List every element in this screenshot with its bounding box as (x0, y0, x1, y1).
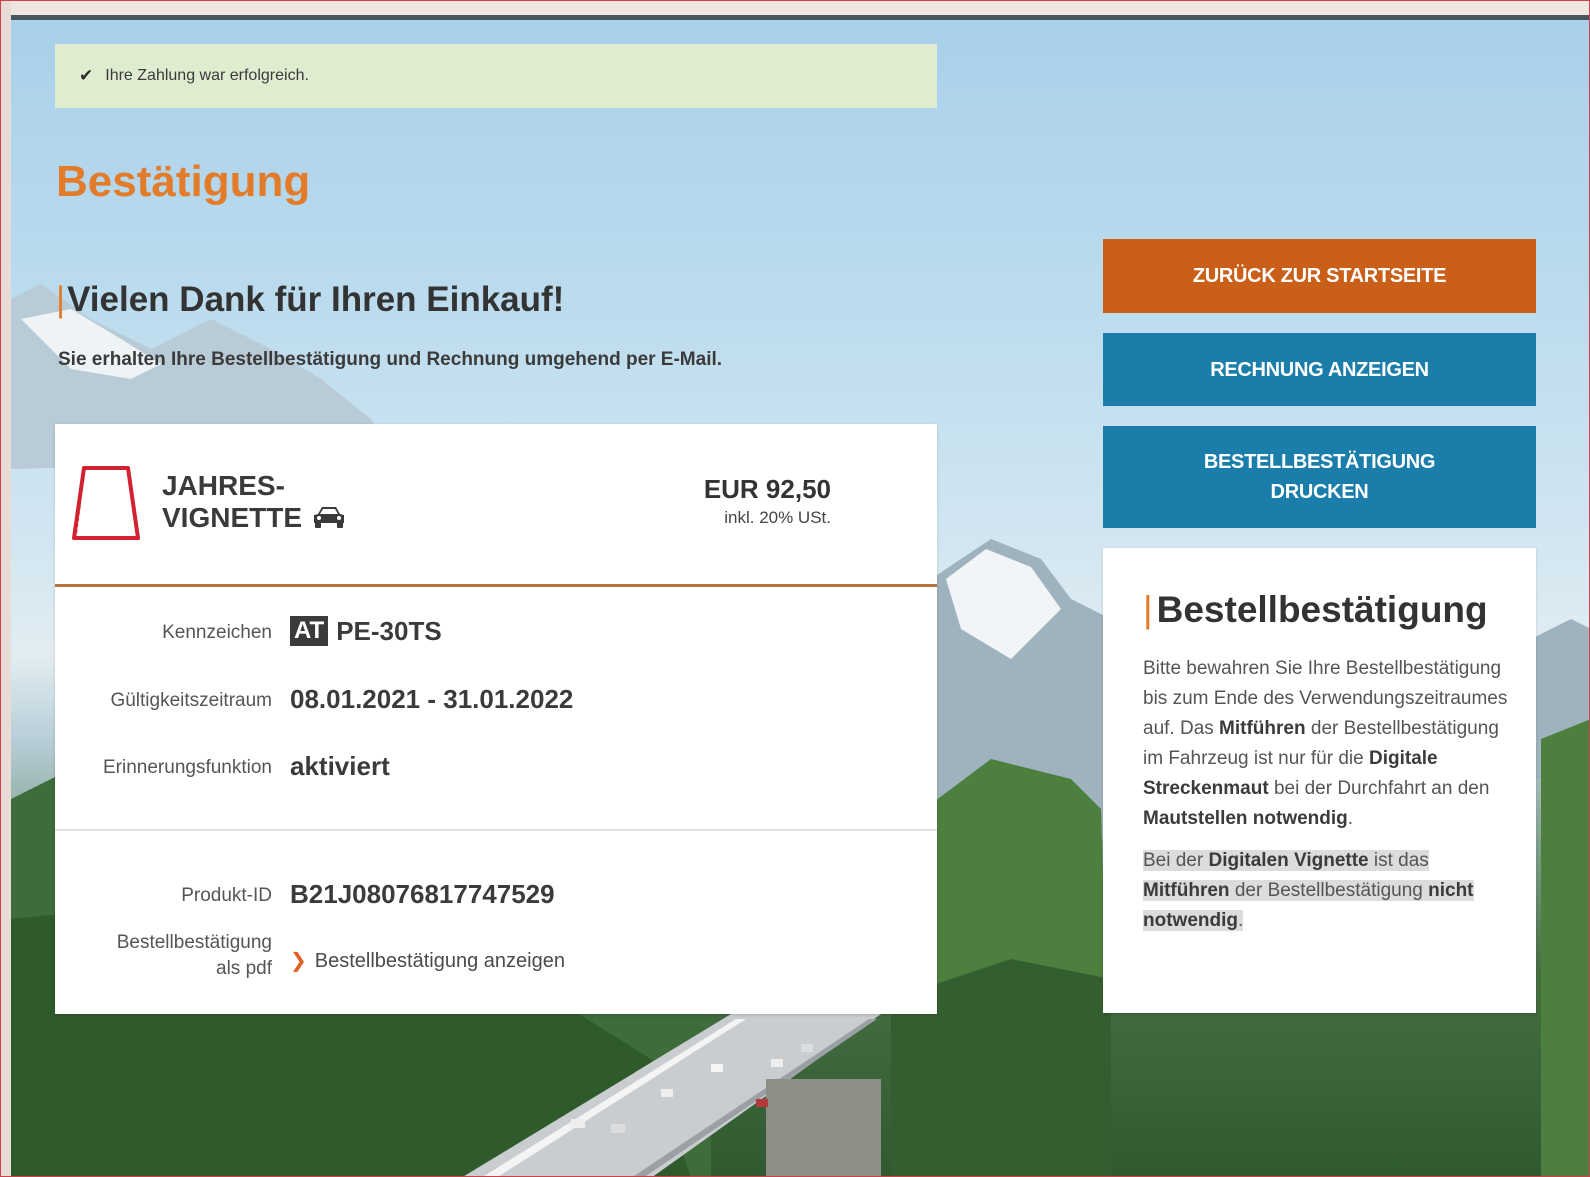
product-price: EUR 92,50 (703, 474, 831, 504)
payment-success-alert: ✔ Ihre Zahlung war erfolgreich. (55, 44, 937, 108)
chevron-right-icon: ❯ (290, 950, 307, 972)
info-accent-bar: | (1143, 589, 1153, 630)
vignette-icon (72, 466, 140, 540)
back-to-home-label: ZURÜCK ZUR STARTSEITE (1192, 265, 1447, 287)
vat-note: inkl. 20% USt. (724, 508, 831, 527)
page-title: Bestätigung (56, 157, 311, 206)
back-to-home-button[interactable]: ZURÜCK ZUR STARTSEITE (1103, 239, 1536, 313)
confirmation-info-box: | Bestellbestätigung Bitte bewahren Sie I… (1103, 548, 1536, 1013)
show-invoice-button[interactable]: RECHNUNG ANZEIGEN (1103, 333, 1536, 406)
reminder-label: Erinnerungsfunktion (103, 757, 272, 778)
plate-value: PE-30TS (336, 616, 442, 646)
plate-value-wrap: AT PE-30TS (290, 616, 442, 647)
product-id-label: Produkt-ID (181, 885, 272, 906)
country-badge: AT (290, 616, 329, 646)
info-highlight: Bei der Digitalen Vignette ist das Mitfü… (1143, 850, 1474, 931)
print-confirmation-button[interactable]: BESTELLBESTÄTIGUNG DRUCKEN (1103, 426, 1536, 528)
show-confirmation-link[interactable]: ❯ Bestellbestätigung anzeigen (290, 948, 565, 973)
info-text: . (1347, 808, 1354, 829)
info-text: Bei der (1143, 850, 1209, 871)
info-bold: Digitalen Vignette (1208, 850, 1369, 871)
plate-label: Kennzeichen (162, 622, 272, 643)
info-text: ist das (1368, 850, 1429, 871)
pdf-label-line1: Bestellbestätigung (116, 932, 272, 953)
alert-text: Ihre Zahlung war erfolgreich. (105, 67, 309, 84)
info-bold: Mautstellen notwendig (1143, 808, 1348, 829)
show-confirmation-link-text: Bestellbestätigung anzeigen (314, 950, 565, 972)
info-text: . (1237, 910, 1244, 931)
validity-value: 08.01.2021 - 31.01.2022 (290, 684, 574, 714)
thanks-heading-text: Vielen Dank für Ihren Einkauf! (67, 280, 565, 319)
thanks-heading: |Vielen Dank für Ihren Einkauf! (56, 280, 564, 320)
heading-accent-bar: | (56, 280, 66, 319)
browser-frame: ✔ Ihre Zahlung war erfolgreich. Bestätig… (0, 0, 1590, 1177)
product-name-line2-wrap: VIGNETTE (162, 502, 346, 534)
info-bold: Mitführen (1143, 880, 1230, 901)
info-text: der Bestellbestätigung (1229, 880, 1429, 901)
reminder-value: aktiviert (290, 751, 390, 781)
pdf-label: Bestellbestätigung als pdf (117, 930, 272, 982)
info-paragraph-1: Bitte bewahren Sie Ihre Bestellbestätigu… (1143, 654, 1510, 834)
product-name-line1: JAHRES- (162, 470, 285, 501)
thanks-subtitle: Sie erhalten Ihre Bestellbestätigung und… (58, 349, 723, 370)
product-name: JAHRES- VIGNETTE (162, 470, 346, 534)
print-confirmation-label: BESTELLBESTÄTIGUNG DRUCKEN (1203, 447, 1436, 507)
product-card-header: JAHRES- VIGNETTE EUR 92,50 inkl. 20% USt… (55, 424, 937, 587)
product-card: JAHRES- VIGNETTE EUR 92,50 inkl. 20% USt… (55, 424, 937, 1014)
check-icon: ✔ (79, 66, 94, 85)
info-text: bei der Durchfahrt an den (1268, 778, 1490, 799)
card-divider (55, 829, 937, 831)
print-label-line2: DRUCKEN (1270, 481, 1369, 503)
validity-label: Gültigkeitszeitraum (110, 690, 272, 711)
info-bold: Mitführen (1219, 718, 1306, 739)
info-title-text: Bestellbestätigung (1156, 589, 1488, 630)
show-invoice-label: RECHNUNG ANZEIGEN (1210, 358, 1429, 381)
car-icon (314, 506, 345, 528)
pdf-label-line2: als pdf (216, 958, 272, 979)
product-id-value: B21J08076817747529 (290, 879, 555, 909)
left-edge (1, 1, 11, 1176)
info-paragraph-2: Bei der Digitalen Vignette ist das Mitfü… (1143, 846, 1510, 936)
top-divider (11, 15, 1589, 20)
info-title: | Bestellbestätigung (1143, 588, 1510, 632)
print-label-line1: BESTELLBESTÄTIGUNG (1203, 451, 1436, 473)
product-name-line2: VIGNETTE (162, 502, 303, 533)
